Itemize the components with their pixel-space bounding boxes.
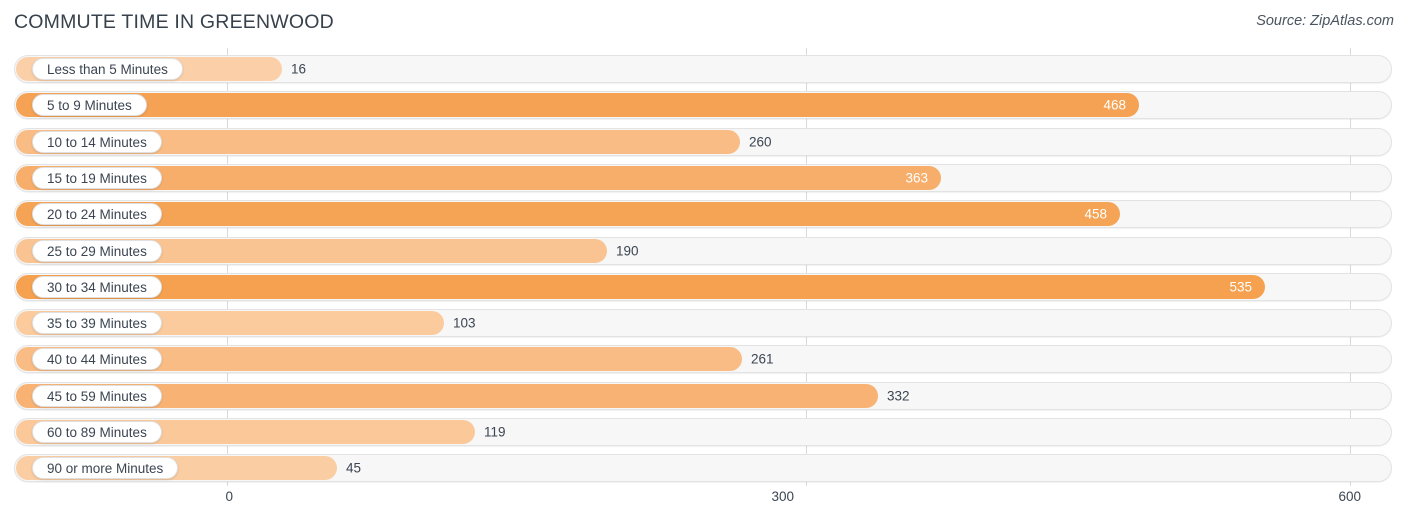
plot-area: 16 Less than 5 Minutes 468 5 to 9 Minutes 26… <box>0 48 1406 486</box>
bar-value-label: 103 <box>453 315 476 331</box>
bar-value-label: 535 <box>1229 279 1252 295</box>
bar-value-label: 119 <box>484 424 506 440</box>
x-axis-tick-label: 0 <box>225 489 233 504</box>
bar-category-label: 5 to 9 Minutes <box>32 94 147 117</box>
bar-fill[interactable]: 468 <box>16 93 1139 118</box>
bar-value-label: 261 <box>751 351 774 367</box>
bar-fill[interactable]: 458 <box>16 202 1120 227</box>
bar-category-label: Less than 5 Minutes <box>32 58 183 80</box>
chart-container: COMMUTE TIME IN GREENWOOD Source: ZipAtl… <box>0 0 1406 523</box>
bar-value-label: 45 <box>346 460 362 476</box>
bar-category-label: 20 to 24 Minutes <box>32 203 162 226</box>
bar-value-label: 190 <box>616 243 639 258</box>
bar-category-label: 10 to 14 Minutes <box>32 130 162 153</box>
bar-value-label: 332 <box>887 388 910 404</box>
x-axis: 0 300 600 <box>0 486 1406 523</box>
x-axis-tick-label: 300 <box>771 489 794 504</box>
bar-category-label: 40 to 44 Minutes <box>32 348 162 371</box>
bar-category-label: 25 to 29 Minutes <box>32 239 162 262</box>
x-axis-tick-label: 600 <box>1338 489 1361 504</box>
bar-value-label: 363 <box>905 170 928 186</box>
bar-rows: 16 Less than 5 Minutes 468 5 to 9 Minutes 26… <box>0 48 1406 486</box>
bar-category-label: 60 to 89 Minutes <box>32 421 162 443</box>
bar-category-label: 30 to 34 Minutes <box>32 275 162 298</box>
bar-value-label: 260 <box>749 134 772 150</box>
bar-value-label: 16 <box>291 61 307 77</box>
bar-fill[interactable]: 535 <box>16 274 1265 299</box>
page-title: COMMUTE TIME IN GREENWOOD <box>14 11 334 33</box>
bar-category-label: 45 to 59 Minutes <box>32 384 162 407</box>
bar-category-label: 90 or more Minutes <box>32 457 179 480</box>
bar-value-label: 458 <box>1084 206 1107 222</box>
bar-category-label: 35 to 39 Minutes <box>32 312 162 335</box>
bar-category-label: 15 to 19 Minutes <box>32 166 162 189</box>
bar-value-label: 468 <box>1103 97 1126 113</box>
source-attribution: Source: ZipAtlas.com <box>1256 13 1394 29</box>
chart-header: COMMUTE TIME IN GREENWOOD Source: ZipAtl… <box>0 0 1406 46</box>
